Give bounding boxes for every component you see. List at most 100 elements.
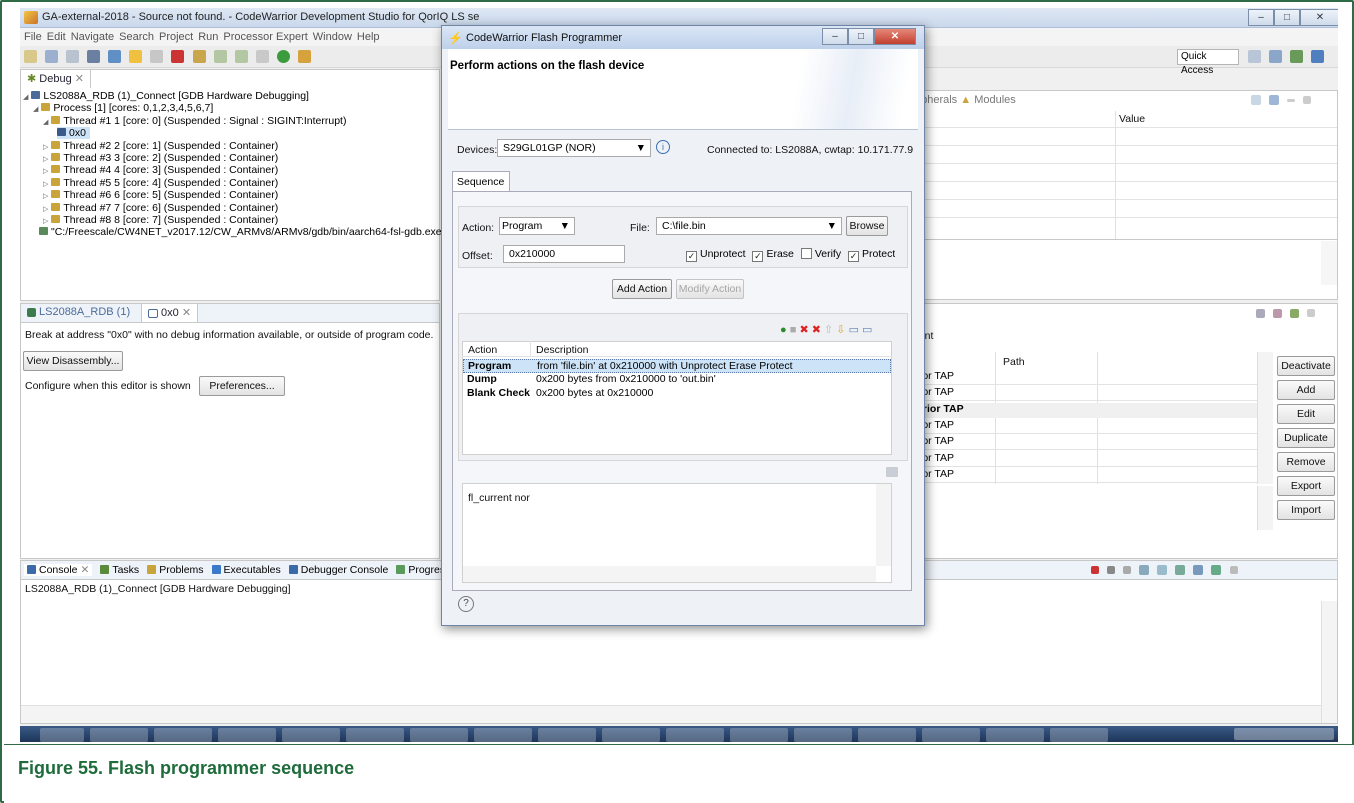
unprotect-checkbox[interactable]: ✓ Unprotect [686,248,746,262]
taskbar-item[interactable] [90,728,148,742]
settings-icon[interactable] [1290,308,1300,318]
columns-icon[interactable] [1269,95,1280,106]
component-row[interactable]: rrior TAP [911,419,1257,434]
debug-tree-item[interactable]: ▷ Thread #7 7 [core: 6] (Suspended : Cont… [43,202,278,214]
help-icon[interactable]: ? [458,596,474,612]
protect-checkbox[interactable]: ✓ Protect [848,248,895,262]
menu-project[interactable]: Project [159,31,193,43]
filter-icon[interactable] [1256,308,1265,318]
expand-arrow-icon[interactable]: ▷ [43,206,48,213]
info-icon[interactable]: i [656,140,670,154]
resume-icon[interactable] [129,50,143,63]
tab-debugger-console[interactable]: Debugger Console [288,564,388,576]
edit-button[interactable]: Edit [1277,404,1335,424]
console-hscrollbar[interactable] [21,705,1321,723]
close-icon[interactable]: ✕ [81,564,90,576]
clear-console-icon[interactable] [1123,566,1132,575]
new-icon[interactable] [24,50,37,63]
component-row[interactable]: rrior TAP [911,386,1257,401]
add-button[interactable]: Add [1277,380,1335,400]
menu-edit[interactable]: Edit [47,31,66,43]
export-icon[interactable]: ▭ [862,324,872,336]
erase-checkbox[interactable]: ✓ Erase [752,248,794,262]
pin-console-icon[interactable] [1175,565,1186,576]
taskbar-item[interactable] [282,728,340,742]
import-button[interactable]: Import [1277,500,1335,520]
menu-processor-expert[interactable]: Processor Expert [223,31,307,43]
taskbar-item[interactable] [474,728,532,742]
action-table-row[interactable]: Dump 0x200 bytes from 0x210000 to 'out.bi… [463,373,891,387]
component-row[interactable]: rrior TAP [911,370,1257,385]
step-over-icon[interactable] [213,50,227,63]
link-icon[interactable] [1273,308,1283,318]
target-perspective-icon[interactable] [1311,50,1325,63]
console-scrollbar[interactable] [1321,601,1337,723]
run-icon[interactable] [276,50,290,63]
debug-tree-item[interactable]: ▷ Thread #8 8 [core: 7] (Suspended : Cont… [43,214,278,226]
debug-tab[interactable]: ✱ Debug ✕ [21,70,91,88]
step-into-icon[interactable] [192,50,206,63]
tab-ls2088a-rdb[interactable]: LS2088A_RDB (1) [21,304,136,322]
tab-console[interactable]: Console ✕ [24,564,93,576]
tab-tasks[interactable]: Tasks [100,564,139,576]
debug-tree-item[interactable]: "C:/Freescale/CW4NET_v2017.12/CW_ARMv8/A… [39,226,442,238]
print-icon[interactable] [66,50,80,63]
taskbar-item[interactable] [922,728,980,742]
taskbar-item[interactable] [986,728,1044,742]
verify-checkbox[interactable]: Verify [800,248,841,260]
tab-sequence[interactable]: Sequence [452,171,510,192]
action-table-row[interactable]: Program from 'file.bin' at 0x210000 with … [463,359,891,373]
terminate-icon[interactable] [171,50,185,63]
taskbar-item[interactable] [346,728,404,742]
log-vscrollbar[interactable] [876,484,891,566]
save-icon[interactable] [45,50,59,63]
remove-all-icon[interactable]: ✖ [812,324,821,336]
expand-arrow-icon[interactable]: ◢ [43,119,48,126]
add-action-button[interactable]: Add Action [612,279,672,299]
minimize-view-icon[interactable] [1287,98,1296,102]
menu-navigate[interactable]: Navigate [71,31,114,43]
cpp-perspective-icon[interactable] [1290,50,1304,63]
expand-arrow-icon[interactable]: ◢ [33,106,38,113]
instruction-step-icon[interactable] [255,50,269,63]
step-return-icon[interactable] [234,50,248,63]
taskbar-item[interactable] [410,728,468,742]
open-console-icon[interactable] [1211,565,1222,576]
display-console-icon[interactable] [1193,565,1204,576]
preferences-button[interactable]: Preferences... [199,376,285,396]
component-row[interactable]: rrior TAP [911,435,1257,450]
perspective-icon[interactable] [1248,50,1261,63]
connect-icon[interactable] [108,50,122,63]
expand-arrow-icon[interactable]: ▷ [43,168,48,175]
scroll-lock-icon[interactable] [1139,565,1150,576]
tab-problems[interactable]: Problems [147,564,204,576]
taskbar-item[interactable] [218,728,276,742]
remove-launch-icon[interactable] [1107,566,1116,575]
debug-tree-item[interactable]: ▷ Thread #3 3 [core: 2] (Suspended : Cont… [43,152,278,164]
component-row[interactable]: arrior TAP [911,402,1257,418]
tab-modules[interactable]: Modules [974,94,1016,106]
tab-0x0[interactable]: 0x0 ✕ [141,304,199,322]
maximize-icon[interactable]: □ [1274,9,1300,26]
debug-tree-item[interactable]: ▷ Thread #6 6 [core: 5] (Suspended : Cont… [43,189,278,201]
remove-icon[interactable]: ✖ [799,324,808,336]
taskbar-item[interactable] [666,728,724,742]
export-button[interactable]: Export [1277,476,1335,496]
menu-help[interactable]: Help [357,31,380,43]
maximize-view-icon[interactable] [1303,96,1312,105]
taskbar-item[interactable] [794,728,852,742]
menu-search[interactable]: Search [119,31,154,43]
debug-tree-item[interactable]: ◢ Thread #1 1 [core: 0] (Suspended : Sign… [43,115,346,127]
dialog-close-icon[interactable]: ✕ [874,28,916,45]
file-combo[interactable]: C:\file.bin ▼ [656,217,842,235]
remove-button[interactable]: Remove [1277,452,1335,472]
view-disassembly-button[interactable]: View Disassembly... [23,351,123,371]
word-wrap-icon[interactable] [1157,565,1168,576]
expand-arrow-icon[interactable]: ▷ [43,156,48,163]
expand-arrow-icon[interactable]: ▷ [43,144,48,151]
start-button[interactable] [40,728,84,742]
taskbar-item[interactable] [730,728,788,742]
offset-input[interactable]: 0x210000 [503,245,625,263]
components-scrollbar[interactable] [1257,352,1273,484]
close-icon[interactable]: ✕ [1300,9,1338,26]
